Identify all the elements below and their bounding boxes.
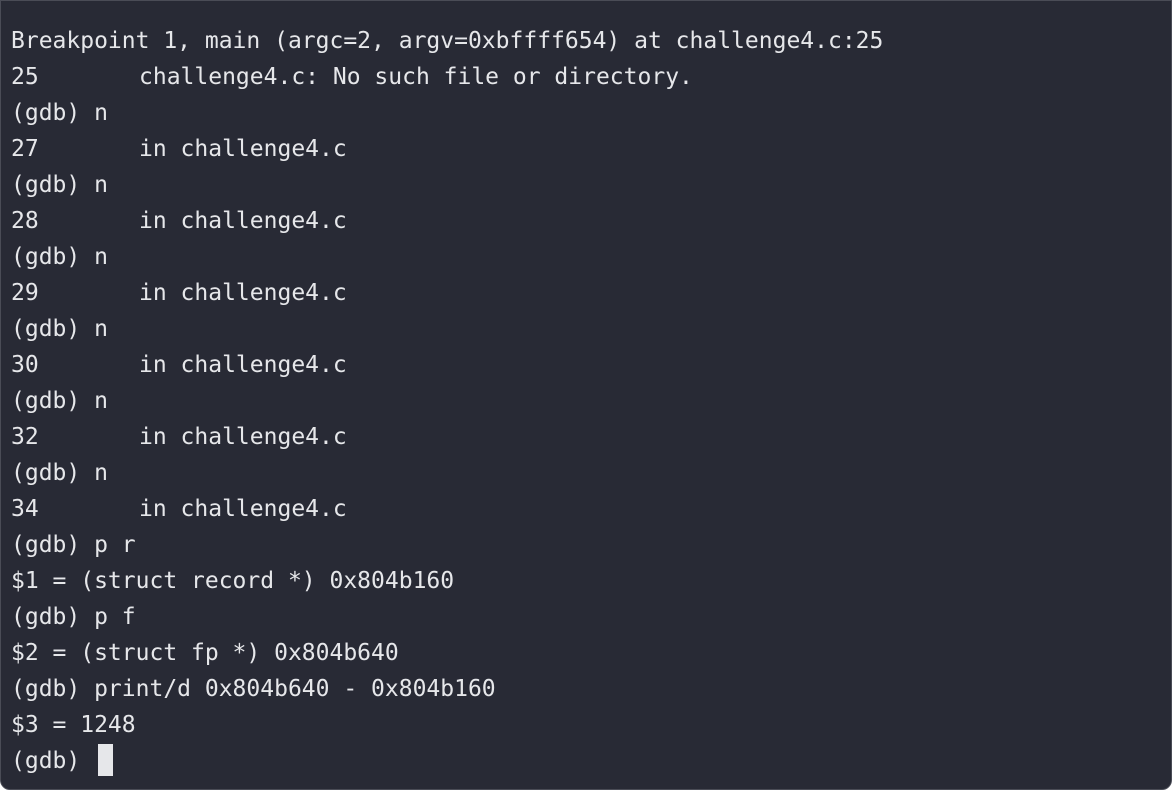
gdb-prompt: (gdb) — [11, 748, 95, 774]
source-line: 30 in challenge4.c — [11, 347, 883, 383]
output-line: Breakpoint 1, main (argc=2, argv=0xbffff… — [11, 28, 884, 54]
output-line: (gdb) n — [11, 100, 108, 126]
output-line: (gdb) p r — [11, 532, 136, 558]
output-line: (gdb) print/d 0x804b640 - 0x804b160 — [11, 676, 496, 702]
line-text: in challenge4.c — [139, 496, 347, 522]
output-line: (gdb) n — [11, 388, 108, 414]
source-line: 28 in challenge4.c — [11, 203, 883, 239]
line-text: in challenge4.c — [139, 352, 347, 378]
line-text: in challenge4.c — [139, 280, 347, 306]
output-line: $2 = (struct fp *) 0x804b640 — [11, 640, 399, 666]
line-text: in challenge4.c — [139, 136, 347, 162]
output-line: (gdb) n — [11, 316, 108, 342]
line-number: 29 — [11, 280, 39, 306]
source-line: 34 in challenge4.c — [11, 491, 883, 527]
line-text: in challenge4.c — [139, 208, 347, 234]
line-number: 28 — [11, 208, 39, 234]
output-line: (gdb) n — [11, 460, 108, 486]
line-number: 25 — [11, 64, 39, 90]
line-number: 27 — [11, 136, 39, 162]
source-line: 25 challenge4.c: No such file or director… — [11, 59, 883, 95]
text-cursor[interactable] — [98, 744, 114, 776]
line-text: in challenge4.c — [139, 424, 347, 450]
output-line: (gdb) n — [11, 244, 108, 270]
output-line: $1 = (struct record *) 0x804b160 — [11, 568, 455, 594]
terminal-output: Breakpoint 1, main (argc=2, argv=0xbffff… — [11, 23, 883, 779]
source-line: 29 in challenge4.c — [11, 275, 883, 311]
source-line: 27 in challenge4.c — [11, 131, 883, 167]
line-number: 34 — [11, 496, 39, 522]
prompt-line[interactable]: (gdb) — [11, 743, 883, 779]
output-line: $3 = 1248 — [11, 712, 136, 738]
line-number: 32 — [11, 424, 39, 450]
source-line: 32 in challenge4.c — [11, 419, 883, 455]
terminal-window[interactable]: Breakpoint 1, main (argc=2, argv=0xbffff… — [0, 0, 1172, 790]
output-line: (gdb) n — [11, 172, 108, 198]
output-line: (gdb) p f — [11, 604, 136, 630]
line-text: challenge4.c: No such file or directory. — [139, 64, 693, 90]
line-number: 30 — [11, 352, 39, 378]
